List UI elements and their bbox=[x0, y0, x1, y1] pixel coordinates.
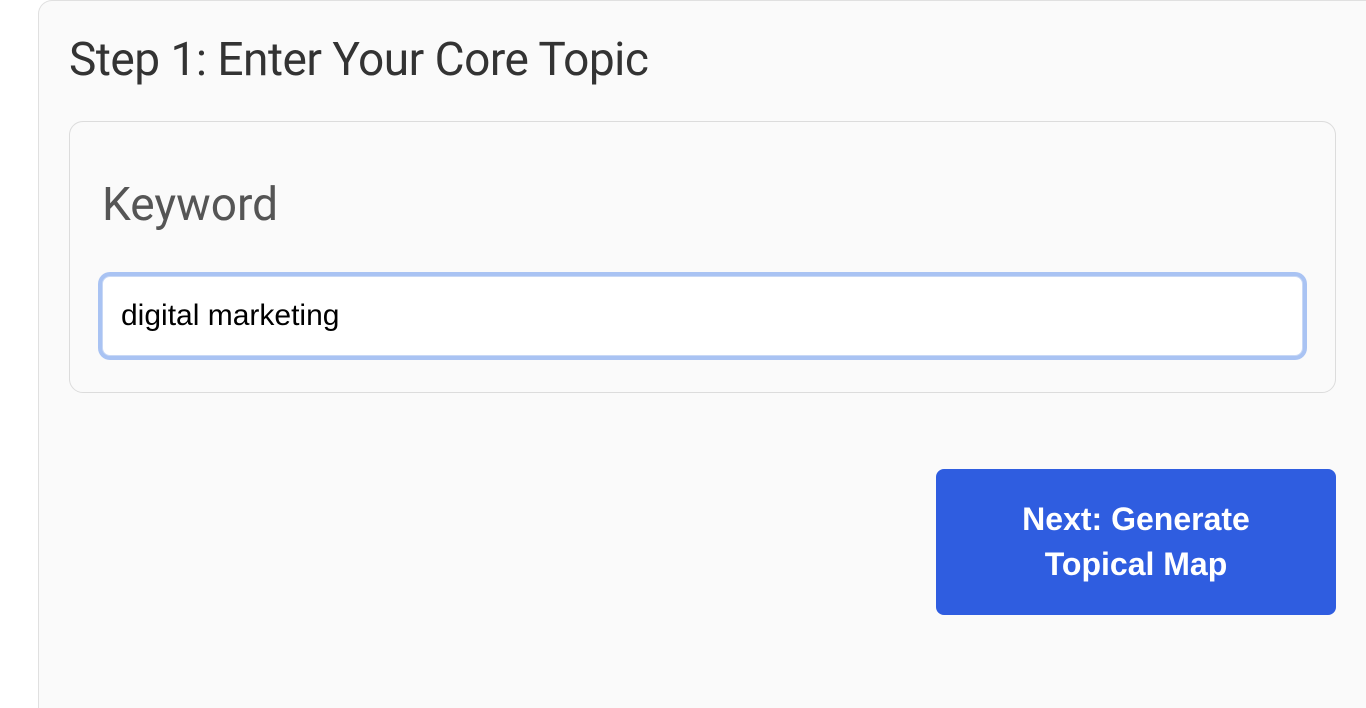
keyword-label: Keyword bbox=[102, 178, 1303, 232]
next-button[interactable]: Next: Generate Topical Map bbox=[936, 469, 1336, 615]
step-title: Step 1: Enter Your Core Topic bbox=[69, 33, 1336, 87]
button-row: Next: Generate Topical Map bbox=[69, 469, 1336, 615]
keyword-card: Keyword bbox=[69, 121, 1336, 393]
keyword-input[interactable] bbox=[102, 276, 1303, 356]
step-card: Step 1: Enter Your Core Topic Keyword Ne… bbox=[38, 0, 1366, 708]
